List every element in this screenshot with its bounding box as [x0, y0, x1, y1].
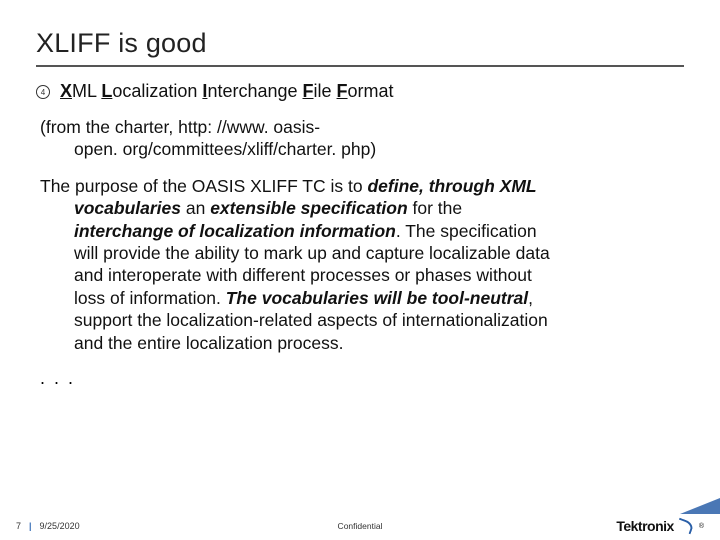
slide-title: XLIFF is good	[36, 28, 684, 59]
footer-left: 7 | 9/25/2020	[16, 521, 80, 531]
confidential-label: Confidential	[338, 521, 383, 531]
purpose-paragraph: The purpose of the OASIS XLIFF TC is to …	[36, 175, 684, 354]
tektronix-logo: Tektronix ®	[616, 518, 704, 534]
footer-right: Tektronix ®	[616, 518, 704, 534]
ellipsis: . . .	[36, 368, 684, 389]
page-number: 7	[16, 521, 21, 531]
brand-name: Tektronix	[616, 518, 673, 534]
title-block: XLIFF is good	[36, 28, 684, 67]
bullet-icon: 4	[36, 85, 50, 99]
registered-mark: ®	[699, 523, 704, 530]
footer-date: 9/25/2020	[40, 521, 80, 531]
charter-reference: (from the charter, http: //www. oasis- o…	[36, 116, 684, 161]
bullet-item: 4 XML Localization Interchange File Form…	[36, 81, 684, 102]
acronym-expansion: XML Localization Interchange File Format	[60, 81, 394, 102]
swoosh-icon	[677, 519, 695, 533]
footer: 7 | 9/25/2020 Confidential Tektronix ®	[0, 512, 720, 540]
footer-divider: |	[29, 521, 32, 531]
